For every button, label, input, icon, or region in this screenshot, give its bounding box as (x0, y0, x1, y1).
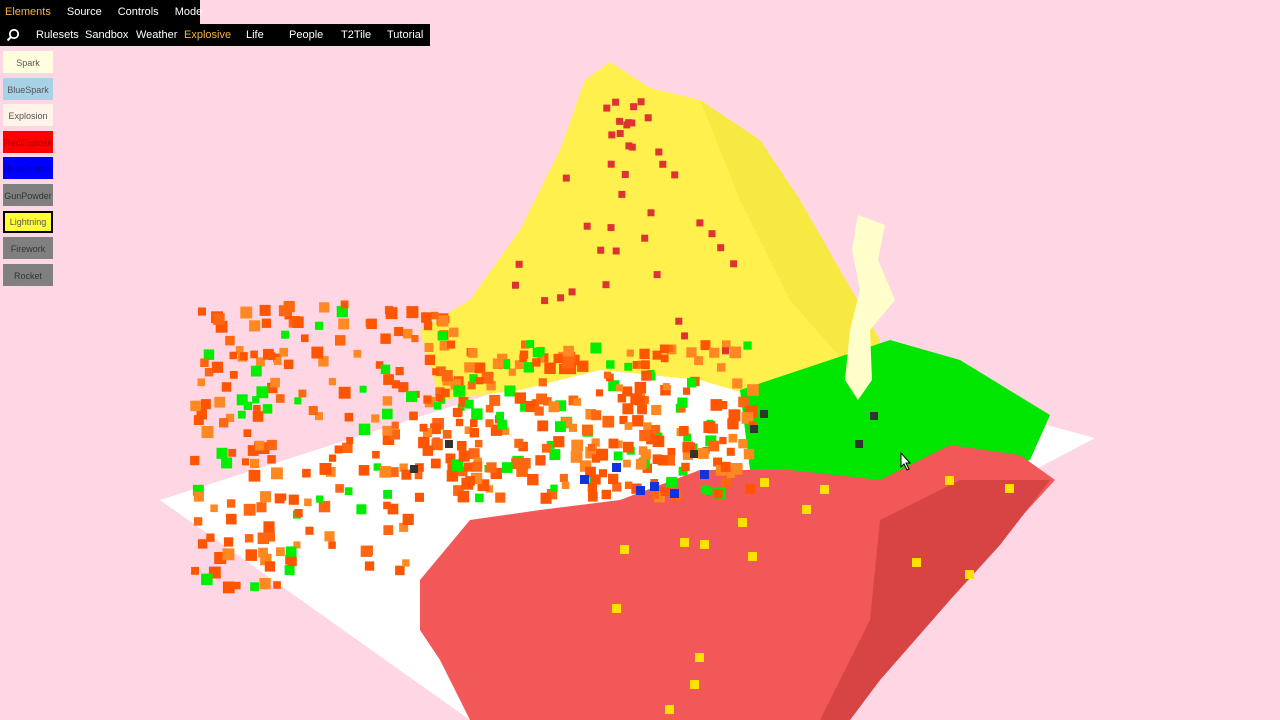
tab-people[interactable]: People (289, 24, 323, 46)
tab-sandbox[interactable]: Sandbox (85, 24, 128, 46)
tab-weather[interactable]: Weather (136, 24, 177, 46)
element-button-bluespark[interactable]: BlueSpark (3, 77, 53, 100)
tab-explosive[interactable]: Explosive (184, 24, 231, 46)
element-button-explosion[interactable]: Explosion (3, 104, 53, 127)
element-palette: Spark BlueSpark Explosion RedExplosion B… (3, 51, 53, 290)
tab-t2tile[interactable]: T2Tile (341, 24, 371, 46)
search-icon[interactable] (0, 24, 26, 46)
element-button-lightning[interactable]: Lightning (3, 210, 53, 233)
menu-source[interactable]: Source (59, 0, 110, 24)
top-menu-bar: Elements Source Controls Mode (0, 0, 202, 24)
voxel-scene-canvas[interactable] (0, 0, 1280, 720)
element-button-firework[interactable]: Firework (3, 237, 53, 260)
tab-life[interactable]: Life (246, 24, 264, 46)
tab-rulesets[interactable]: Rulesets (36, 24, 79, 46)
menu-elements[interactable]: Elements (0, 0, 59, 24)
element-button-gunpowder[interactable]: GunPowder (3, 183, 53, 206)
category-tab-bar: Rulesets Sandbox Weather Explosive Life … (0, 24, 430, 46)
element-button-spark[interactable]: Spark (3, 51, 53, 73)
element-button-redexplosion[interactable]: RedExplosion (3, 130, 53, 153)
menu-mode[interactable]: Mode (167, 0, 211, 24)
element-button-blueexplosion[interactable]: BlueExplosion (3, 157, 53, 180)
tab-tutorial[interactable]: Tutorial (387, 24, 423, 46)
menu-controls[interactable]: Controls (110, 0, 167, 24)
element-button-rocket[interactable]: Rocket (3, 263, 53, 286)
